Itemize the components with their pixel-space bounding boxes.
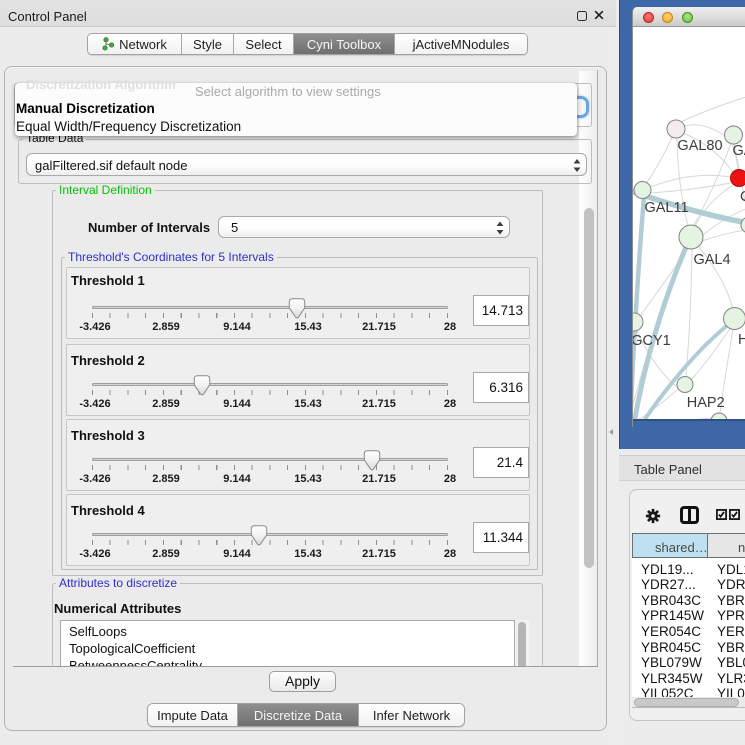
svg-text:GAL11: GAL11	[644, 200, 688, 216]
svg-text:HAP2: HAP2	[687, 395, 725, 411]
svg-text:GCY1: GCY1	[633, 333, 671, 349]
svg-text:GA: GA	[733, 143, 745, 159]
svg-text:GAL80: GAL80	[677, 138, 722, 154]
svg-text:GAL4: GAL4	[693, 252, 730, 268]
svg-text:H: H	[738, 332, 745, 348]
svg-text:C: C	[740, 189, 745, 205]
